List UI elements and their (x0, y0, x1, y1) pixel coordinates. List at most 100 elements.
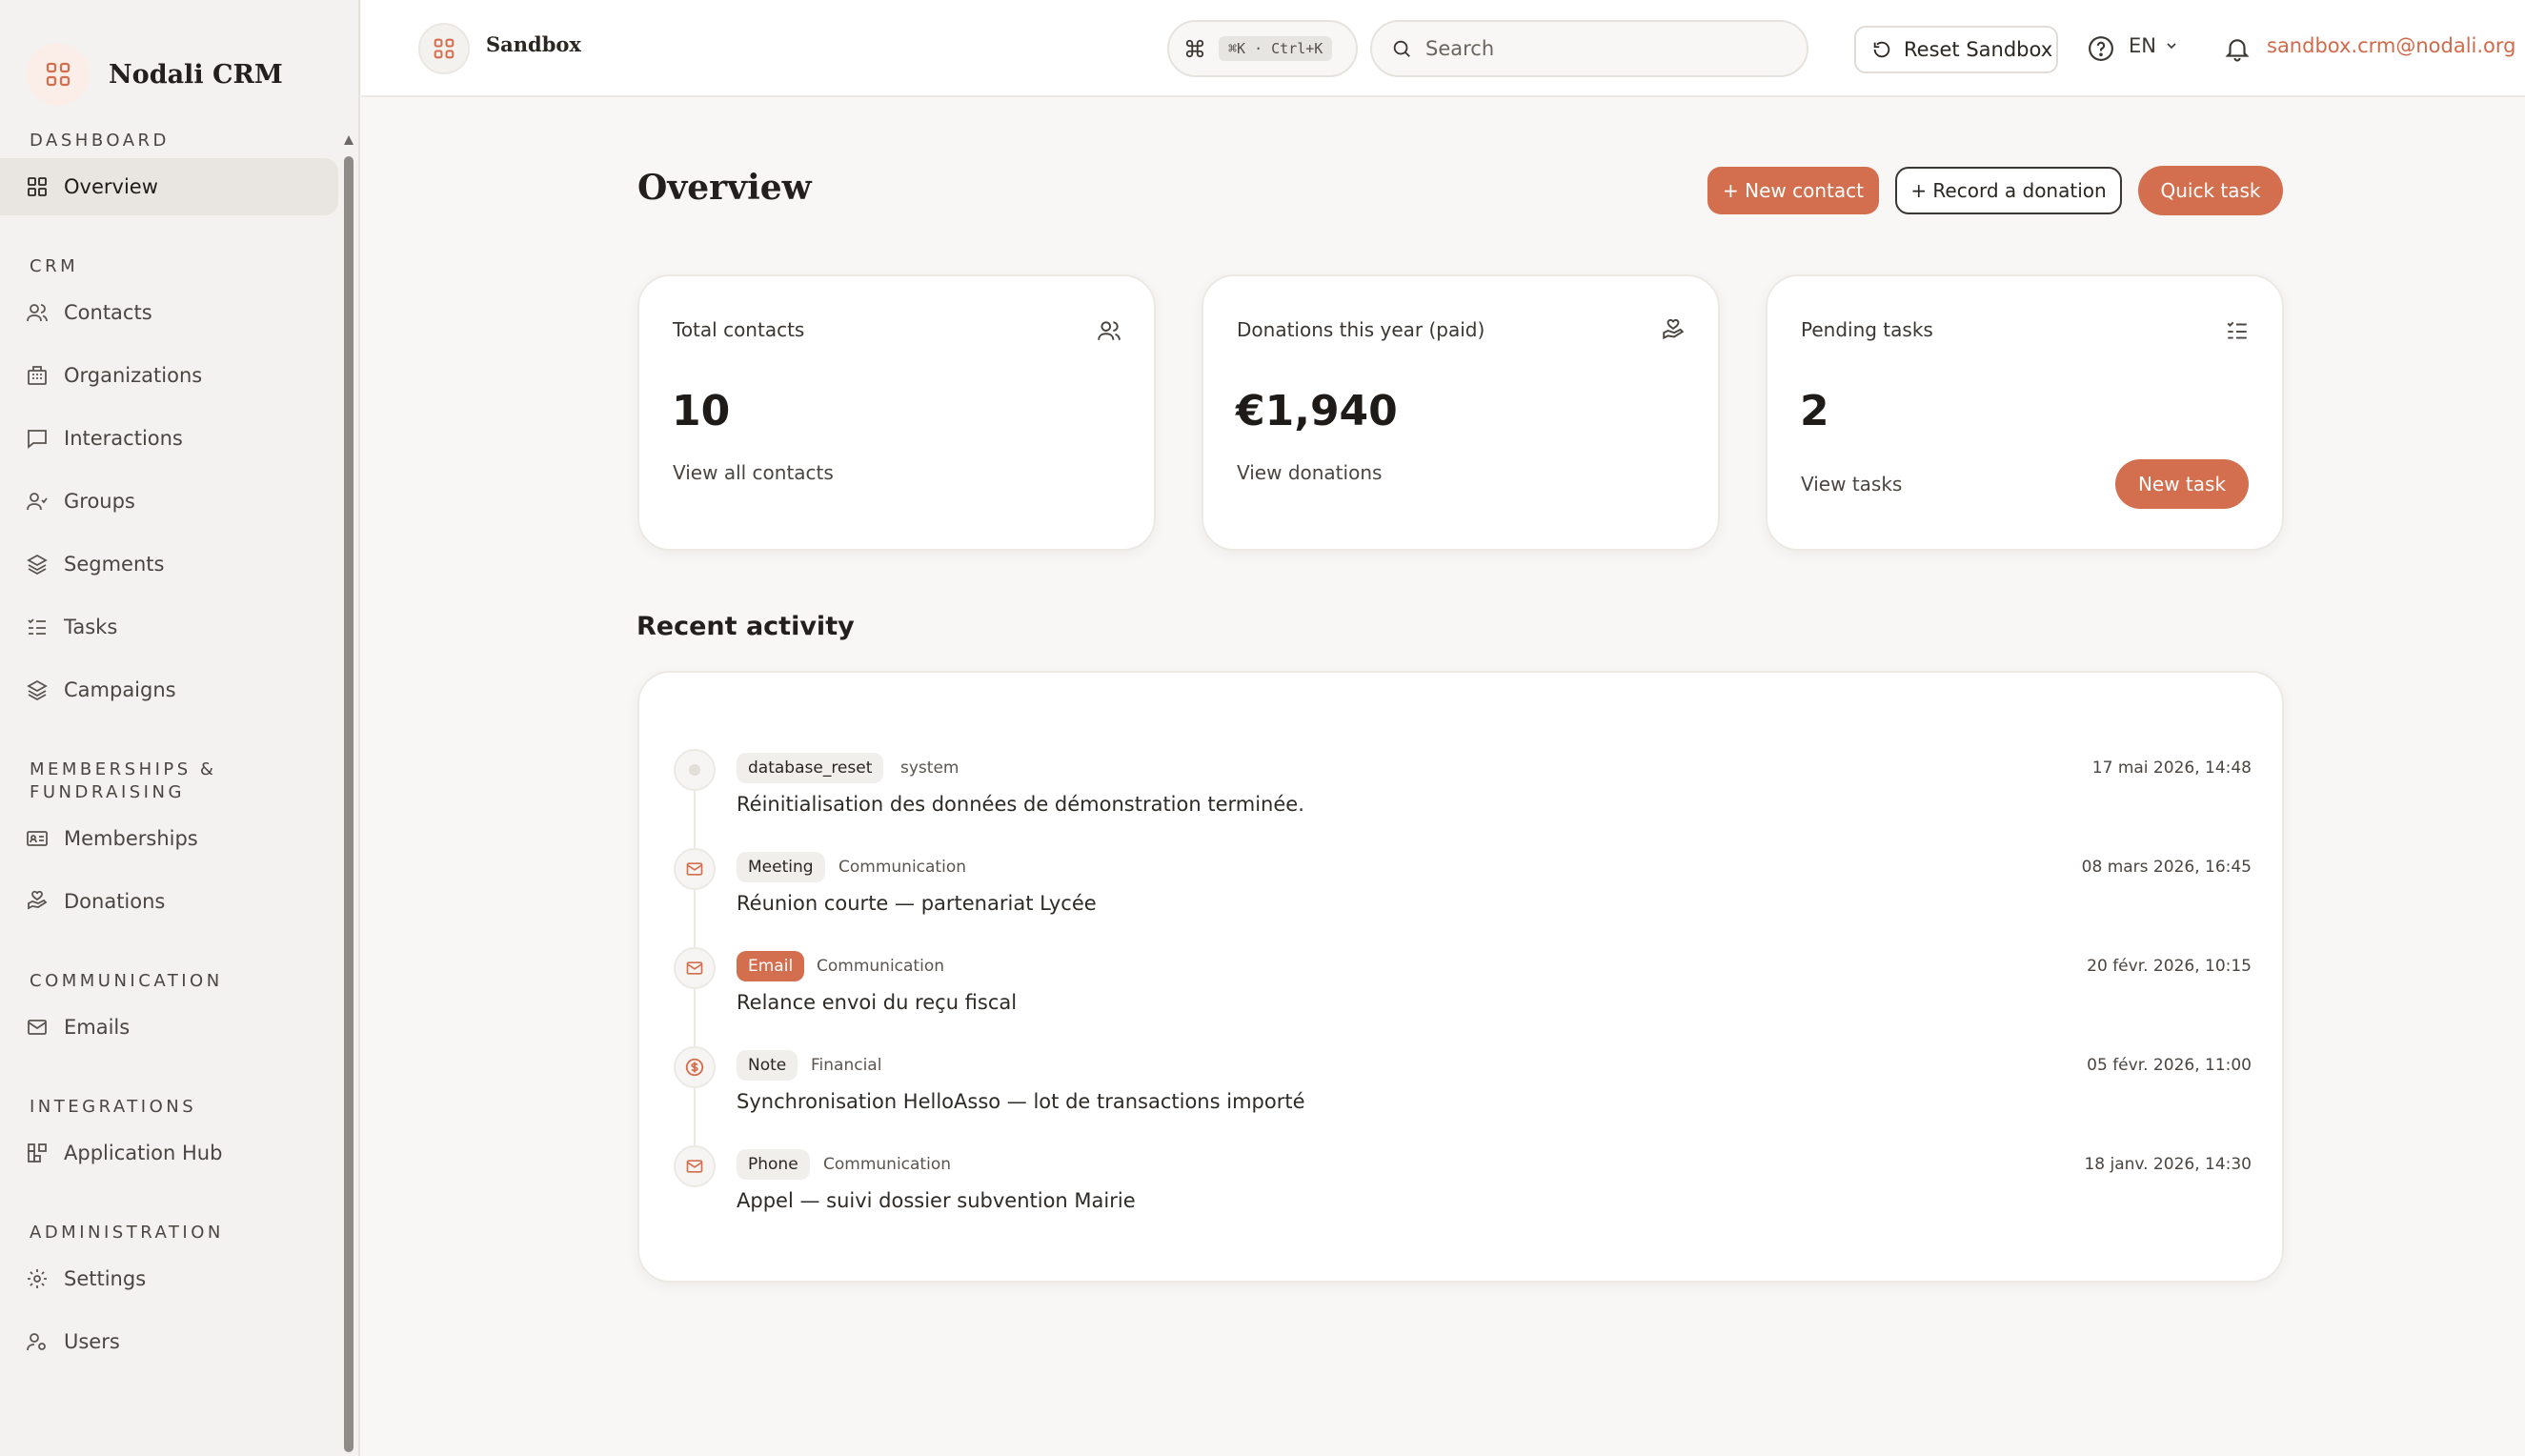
page-title: Overview (637, 168, 812, 208)
command-palette-button[interactable]: ⌘K · Ctrl+K (1167, 20, 1358, 77)
reset-sandbox-button[interactable]: Reset Sandbox (1854, 26, 2058, 73)
sidebar-item-settings[interactable]: Settings (0, 1250, 338, 1307)
view-donations-link[interactable]: View donations (1237, 461, 1382, 484)
activity-description: Synchronisation HelloAsso — lot de trans… (737, 1090, 1305, 1113)
activity-tag: Email (737, 951, 805, 981)
activity-description: Relance envoi du reçu fiscal (737, 991, 1018, 1014)
activity-category: Financial (811, 1056, 882, 1075)
activity-date: 08 mars 2026, 16:45 (2081, 858, 2252, 877)
sidebar-item-label: Organizations (64, 364, 203, 387)
scrollbar-thumb[interactable] (344, 156, 354, 1452)
section-label-communication: COMMUNICATION (30, 971, 223, 991)
user-group-icon (27, 493, 48, 511)
recent-activity-title: Recent activity (636, 612, 855, 641)
help-icon[interactable] (2087, 34, 2115, 63)
workspace-logo-icon[interactable] (418, 23, 470, 74)
sidebar-item-label: Application Hub (64, 1142, 223, 1164)
layers-icon (27, 554, 48, 576)
sidebar-item-interactions[interactable]: Interactions (0, 410, 338, 467)
activity-item[interactable]: Phone Communication 18 janv. 2026, 14:30… (639, 1145, 2286, 1244)
activity-date: 18 janv. 2026, 14:30 (2084, 1155, 2252, 1174)
sidebar-item-segments[interactable]: Segments (0, 536, 338, 593)
search-input[interactable] (1425, 37, 1788, 60)
language-selector[interactable]: EN (2129, 34, 2179, 57)
sidebar-item-emails[interactable]: Emails (0, 999, 338, 1056)
mail-icon (28, 1020, 47, 1035)
hand-heart-icon (28, 890, 48, 910)
view-all-contacts-link[interactable]: View all contacts (673, 461, 834, 484)
bell-icon[interactable] (2223, 34, 2252, 63)
activity-item[interactable]: Note Financial 05 févr. 2026, 11:00 Sync… (639, 1046, 2286, 1145)
language-label: EN (2129, 34, 2156, 57)
command-icon (1185, 39, 1204, 58)
hand-heart-icon (1663, 318, 1685, 340)
record-donation-button[interactable]: + Record a donation (1895, 167, 2122, 214)
section-label-integrations: INTEGRATIONS (30, 1097, 197, 1117)
stat-value: 2 (1800, 387, 1829, 435)
activity-description: Appel — suivi dossier subvention Mairie (737, 1189, 1136, 1212)
stat-label: Total contacts (673, 318, 805, 341)
activity-tag: Meeting (737, 852, 825, 882)
checklist-icon (2227, 321, 2247, 339)
activity-category: Communication (817, 957, 944, 976)
mail-icon (674, 1145, 716, 1187)
activity-category: Communication (823, 1155, 951, 1174)
section-label-memberships-fundraising: MEMBERSHIPS & FUNDRAISING (30, 759, 217, 802)
sidebar-item-label: Memberships (64, 827, 198, 850)
sidebar-item-campaigns[interactable]: Campaigns (0, 661, 338, 718)
activity-item[interactable]: database_reset system 17 mai 2026, 14:48… (639, 749, 2286, 848)
sidebar-item-label: Settings (64, 1267, 147, 1290)
quick-task-button[interactable]: Quick task (2138, 166, 2283, 215)
sidebar-item-label: Segments (64, 553, 165, 576)
view-tasks-link[interactable]: View tasks (1801, 473, 1902, 495)
sidebar-item-label: Groups (64, 490, 135, 513)
activity-description: Réinitialisation des données de démonstr… (737, 793, 1304, 816)
workspace-name: Sandbox (486, 32, 581, 56)
activity-date: 17 mai 2026, 14:48 (2091, 758, 2252, 778)
sidebar-item-contacts[interactable]: Contacts (0, 284, 338, 341)
gear-icon (28, 1269, 47, 1288)
sidebar-item-users[interactable]: Users (0, 1313, 338, 1370)
app-name: Nodali CRM (109, 59, 283, 90)
mail-icon (674, 947, 716, 989)
activity-item[interactable]: Email Communication 20 févr. 2026, 10:15… (639, 947, 2286, 1046)
new-contact-button[interactable]: + New contact (1707, 167, 1879, 214)
scroll-up-arrow-icon[interactable] (344, 135, 354, 145)
users-icon (1098, 321, 1121, 340)
brand[interactable]: Nodali CRM (27, 42, 283, 107)
stat-card-total-contacts: Total contacts 10 View all contacts (637, 274, 1156, 551)
shortcut-hint: ⌘K · Ctrl+K (1219, 36, 1333, 61)
stat-card-donations: Donations this year (paid) €1,940 View d… (1202, 274, 1720, 551)
sidebar-item-label: Contacts (64, 301, 152, 324)
new-task-button[interactable]: New task (2115, 459, 2249, 509)
dot-icon (674, 749, 716, 791)
sidebar-item-label: Campaigns (64, 678, 176, 701)
sidebar-scrollbar[interactable] (341, 135, 356, 1456)
activity-item[interactable]: Meeting Communication 08 mars 2026, 16:4… (639, 848, 2286, 947)
checklist-icon (28, 618, 46, 635)
sidebar-item-memberships[interactable]: Memberships (0, 810, 338, 867)
sidebar-nav: DASHBOARD Overview CRM Contacts Organiza… (0, 130, 339, 1370)
sidebar-item-application-hub[interactable]: Application Hub (0, 1124, 338, 1182)
chevron-down-icon (2167, 43, 2176, 50)
activity-date: 05 févr. 2026, 11:00 (2087, 1056, 2252, 1075)
user-email-link[interactable]: sandbox.crm@nodali.org (2267, 34, 2516, 57)
search-icon (1393, 40, 1410, 57)
reset-sandbox-label: Reset Sandbox (1904, 38, 2053, 61)
activity-date: 20 févr. 2026, 10:15 (2087, 957, 2252, 976)
stat-value: 10 (672, 387, 731, 435)
stat-label: Pending tasks (1801, 318, 1933, 341)
sidebar-item-overview[interactable]: Overview (0, 158, 338, 215)
sidebar-item-organizations[interactable]: Organizations (0, 347, 338, 404)
stat-value: €1,940 (1236, 387, 1398, 435)
apps-icon (28, 1143, 47, 1163)
topbar: Sandbox ⌘K · Ctrl+K Reset Sandbox EN san… (361, 0, 2525, 97)
user-cog-icon (27, 1333, 46, 1351)
sidebar-item-donations[interactable]: Donations (0, 873, 338, 930)
id-card-icon (27, 831, 48, 846)
chat-icon (28, 430, 47, 449)
search-box[interactable] (1370, 20, 1808, 77)
activity-category: system (900, 758, 960, 778)
sidebar-item-tasks[interactable]: Tasks (0, 598, 338, 656)
sidebar-item-groups[interactable]: Groups (0, 473, 338, 530)
